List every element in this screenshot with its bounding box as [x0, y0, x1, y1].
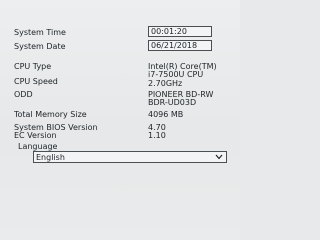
system-date-field[interactable]: 06/21/2018: [148, 40, 212, 51]
odd-value-line2: BDR-UD03D: [148, 98, 197, 107]
language-label: Language: [18, 142, 58, 151]
cpu-speed-label: CPU Speed: [14, 77, 58, 86]
system-date-value: 06/21/2018: [151, 41, 198, 50]
odd-label: ODD: [14, 90, 33, 99]
system-time-label: System Time: [14, 28, 66, 37]
chevron-down-icon: [215, 154, 223, 160]
cpu-type-value-line2: i7-7500U CPU: [148, 70, 204, 79]
cpu-type-label: CPU Type: [14, 62, 52, 71]
system-date-label: System Date: [14, 42, 66, 51]
total-memory-label: Total Memory Size: [14, 110, 87, 119]
cpu-speed-value: 2.70GHz: [148, 79, 183, 88]
system-time-value: 00:01:20: [151, 27, 187, 36]
total-memory-value: 4096 MB: [148, 110, 184, 119]
language-dropdown[interactable]: English: [33, 151, 227, 163]
ec-version-value: 1.10: [148, 131, 166, 140]
bios-main-screen: System Time 00:01:20 System Date 06/21/2…: [0, 0, 240, 240]
language-selected-value: English: [36, 153, 65, 162]
system-time-field[interactable]: 00:01:20: [148, 26, 212, 37]
ec-version-label: EC Version: [14, 131, 57, 140]
